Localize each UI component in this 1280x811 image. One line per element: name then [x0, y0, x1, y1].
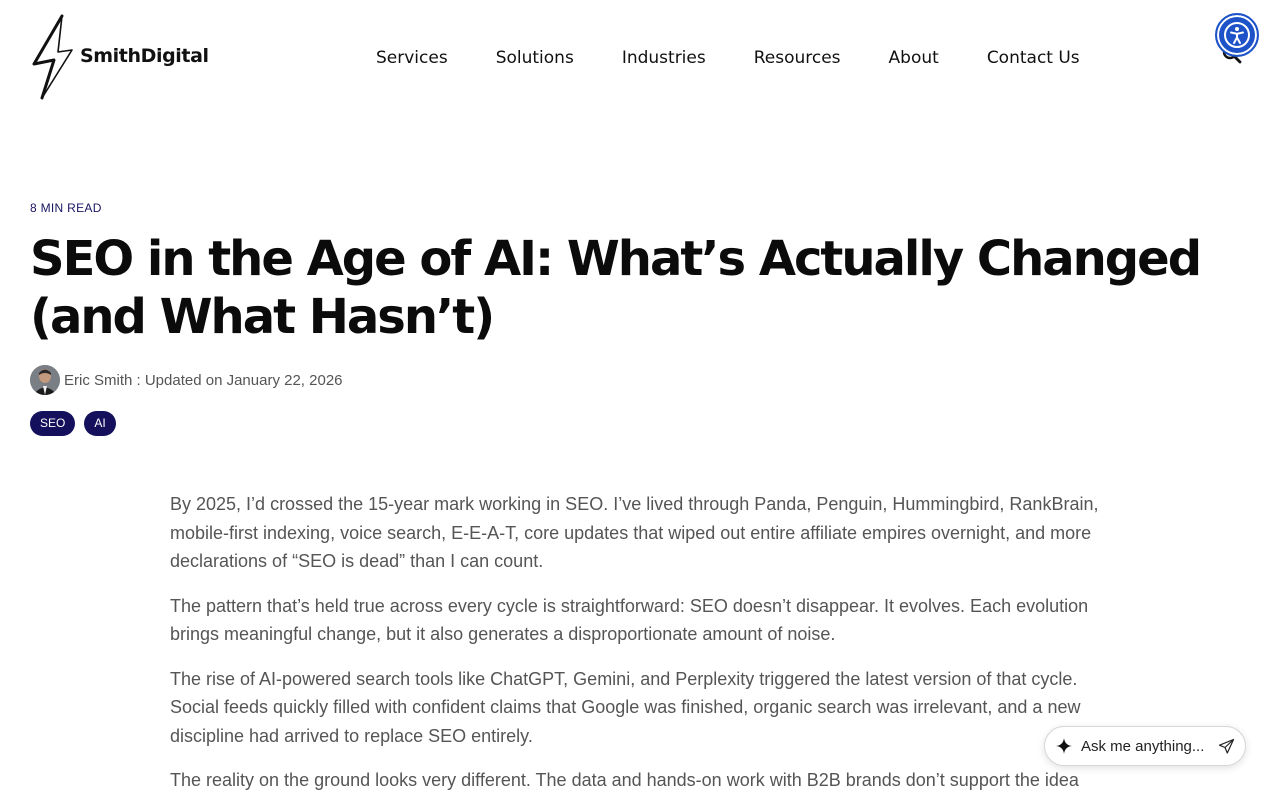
- article-paragraph: The reality on the ground looks very dif…: [170, 770, 1079, 790]
- author-name[interactable]: Eric Smith: [64, 372, 132, 389]
- nav-about[interactable]: About: [889, 47, 939, 69]
- read-time: 8 MIN READ: [30, 201, 102, 215]
- article-paragraph: By 2025, I’d crossed the 15-year mark wo…: [170, 494, 1099, 571]
- nav-industries[interactable]: Industries: [622, 47, 706, 69]
- article-body: By 2025, I’d crossed the 15-year mark wo…: [170, 490, 1100, 811]
- brand-logo[interactable]: SmithDigital: [30, 14, 209, 100]
- article-title: SEO in the Age of AI: What’s Actually Ch…: [30, 231, 1202, 345]
- send-icon[interactable]: [1218, 738, 1235, 755]
- author-meta: Eric Smith : Updated on January 22, 2026: [64, 372, 343, 389]
- updated-date: : Updated on January 22, 2026: [132, 371, 343, 389]
- accessibility-button[interactable]: [1215, 13, 1259, 57]
- sparkle-icon: [1056, 738, 1072, 754]
- tag-seo[interactable]: SEO: [30, 411, 76, 436]
- avatar: [30, 365, 60, 395]
- author-byline: Eric Smith : Updated on January 22, 2026: [30, 365, 343, 395]
- nav-resources[interactable]: Resources: [754, 47, 841, 69]
- site-header: SmithDigital Services Solutions Industri…: [0, 0, 1280, 116]
- lightning-logo-icon: [32, 14, 73, 100]
- nav-solutions[interactable]: Solutions: [496, 47, 574, 69]
- accessibility-icon: [1224, 22, 1250, 48]
- brand-name: SmithDigital: [80, 45, 209, 67]
- article-paragraph: The pattern that’s held true across ever…: [170, 595, 1089, 645]
- ask-placeholder: Ask me anything...: [1081, 737, 1205, 755]
- article-paragraph: The rise of AI-powered search tools like…: [170, 668, 1081, 746]
- tag-ai[interactable]: AI: [84, 411, 116, 436]
- main-nav: Services Solutions Industries Resources …: [376, 47, 1080, 69]
- nav-services[interactable]: Services: [376, 47, 448, 69]
- nav-contact-us[interactable]: Contact Us: [987, 47, 1080, 69]
- ask-assistant-input[interactable]: Ask me anything...: [1044, 726, 1246, 766]
- tag-list: SEO AI: [30, 411, 125, 436]
